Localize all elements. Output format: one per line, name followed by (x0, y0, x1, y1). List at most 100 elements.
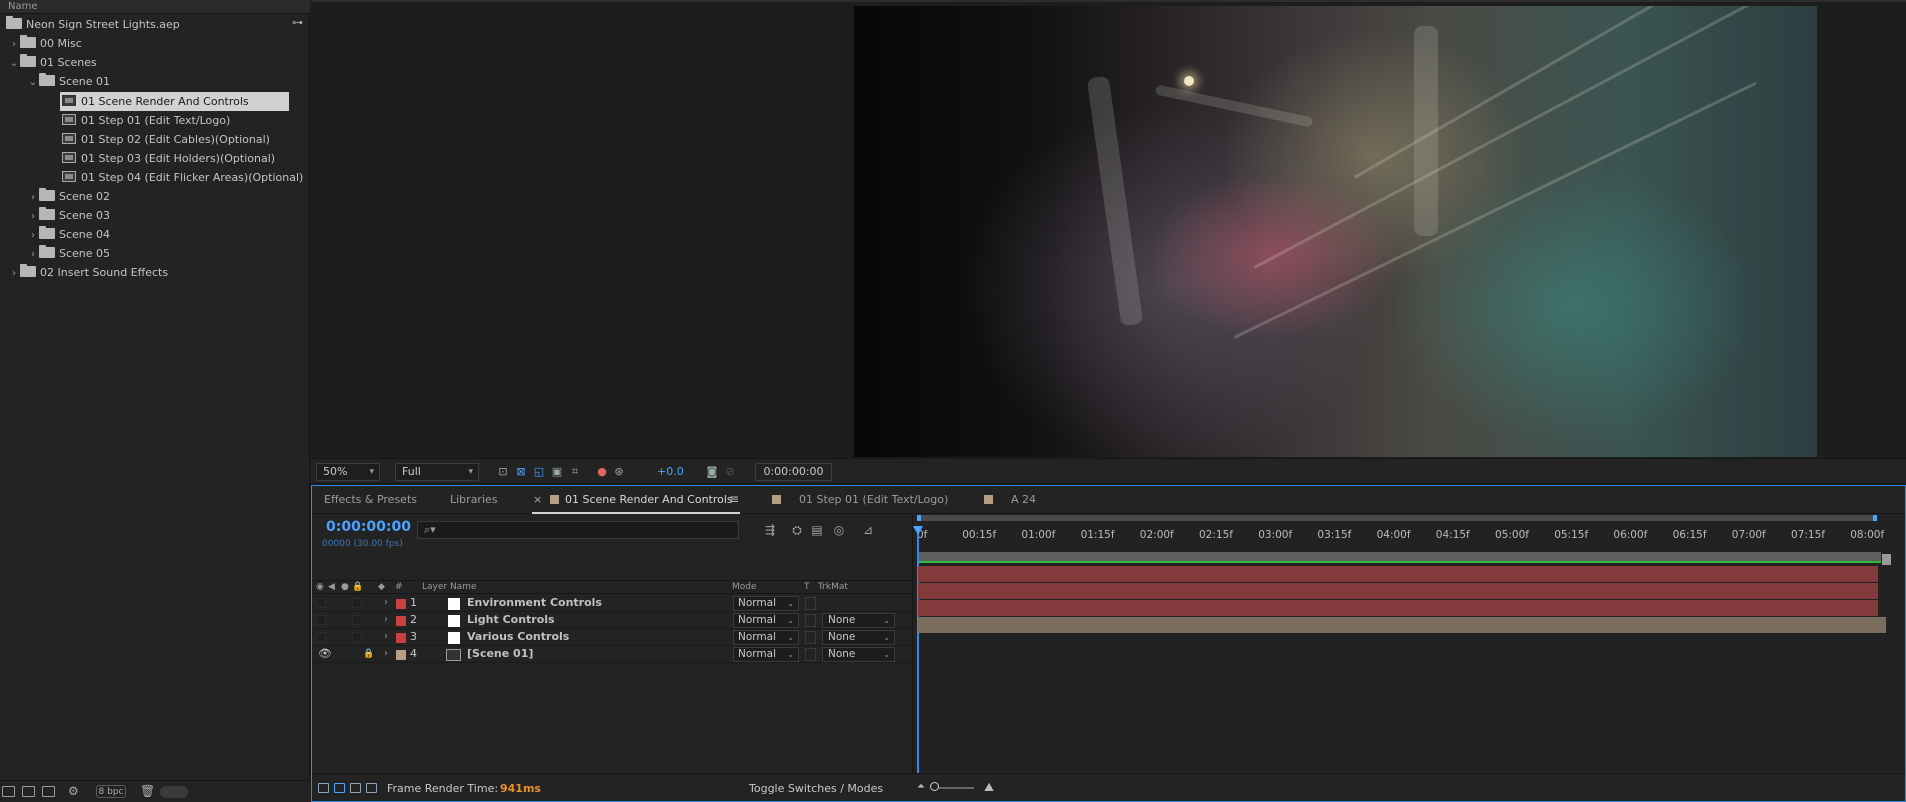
resolution-select[interactable]: Full ▾ (395, 463, 479, 481)
layer-row[interactable]: › 3 Various Controls Normal ⌄ None ⌄ (312, 629, 912, 646)
chevron-down-icon[interactable]: ⌄ (8, 54, 20, 73)
tree-item-01-scenes[interactable]: ⌄ 01 Scenes (8, 53, 97, 72)
video-switch[interactable] (316, 615, 326, 625)
tree-item-step-03[interactable]: 01 Step 03 (Edit Holders)(Optional) (62, 149, 275, 168)
grid-guides-icon[interactable]: ⌗ (567, 464, 583, 479)
zoom-slider[interactable] (934, 787, 974, 789)
transfer-controls-icon[interactable] (334, 783, 345, 793)
flowchart-icon[interactable]: ⊶ (292, 16, 304, 29)
work-area-bar[interactable] (917, 515, 1877, 521)
lock-switch[interactable] (352, 598, 362, 608)
draft-3d-icon[interactable]: ⛭ (789, 523, 805, 537)
zoom-slider-handle[interactable] (930, 782, 939, 791)
label-color[interactable] (396, 650, 406, 660)
tree-item-scene-render-and-controls[interactable]: 01 Scene Render And Controls (60, 92, 289, 111)
tree-item-00-misc[interactable]: › 00 Misc (8, 34, 82, 53)
layer-name[interactable]: [Scene 01] (467, 646, 533, 662)
color-channels-icon[interactable]: ● (594, 464, 610, 479)
label-color[interactable] (396, 633, 406, 643)
current-time-display[interactable]: 0:00:00:00 (326, 519, 411, 535)
layer-duration-bar[interactable] (918, 600, 1878, 616)
trkmat-column[interactable]: TrkMat (818, 581, 848, 594)
chevron-right-icon[interactable]: › (27, 188, 39, 207)
exposure-value[interactable]: +0.0 (657, 464, 684, 479)
tab-step-01[interactable]: 01 Step 01 (Edit Text/Logo) (772, 486, 948, 514)
composition-render-image[interactable] (854, 6, 1817, 457)
video-switch-icon[interactable]: ◉ (316, 581, 324, 594)
preserve-transparency-switch[interactable] (805, 631, 816, 644)
lock-switch[interactable] (352, 632, 362, 642)
layer-duration-bar[interactable] (918, 566, 1878, 582)
video-switch[interactable] (316, 598, 326, 608)
eye-icon[interactable]: 👁 (318, 646, 332, 662)
chevron-right-icon[interactable]: › (384, 646, 388, 662)
project-file-item[interactable]: Neon Sign Street Lights.aep (6, 15, 180, 34)
new-folder-icon[interactable] (22, 786, 35, 797)
layer-name[interactable]: Various Controls (467, 629, 569, 645)
chevron-right-icon[interactable]: › (384, 629, 388, 645)
transparency-grid-icon[interactable]: ⊠ (513, 464, 529, 479)
solo-icon[interactable]: ● (341, 581, 349, 594)
blend-mode-select[interactable]: Normal ⌄ (733, 630, 799, 645)
zoom-select[interactable]: 50% ▾ (316, 463, 380, 481)
project-settings-icon[interactable]: ⚙ (68, 784, 79, 798)
composition-flowchart-icon[interactable]: ⇶ (762, 523, 778, 537)
layer-row[interactable]: 👁 🔒 › 4 [Scene 01] Normal ⌄ None ⌄ (312, 646, 912, 663)
fast-preview-icon[interactable]: ⊡ (495, 464, 511, 479)
time-ruler[interactable]: 0f 00:15f 01:00f 01:15f 02:00f 02:15f 03:00f 03… (913, 529, 1906, 550)
tree-item-step-01[interactable]: 01 Step 01 (Edit Text/Logo) (62, 111, 230, 130)
tab-scene-render-and-controls[interactable]: 01 Scene Render And Controls (550, 486, 733, 514)
tab-libraries[interactable]: Libraries (450, 486, 498, 514)
snapshot-camera-icon[interactable]: ◙ (704, 464, 720, 479)
interpret-footage-icon[interactable] (2, 786, 15, 797)
name-column-header[interactable]: Name (0, 0, 310, 14)
layer-name[interactable]: Environment Controls (467, 595, 602, 611)
preserve-transparency-switch[interactable] (805, 648, 816, 661)
tree-item-step-04[interactable]: 01 Step 04 (Edit Flicker Areas)(Optional… (62, 168, 303, 187)
trash-icon[interactable]: 🗑 (140, 784, 155, 798)
tree-item-scene-04[interactable]: › Scene 04 (27, 225, 110, 244)
audio-switch-icon[interactable]: ◀ (328, 581, 335, 594)
mask-visibility-icon[interactable]: ◱ (531, 464, 547, 479)
lock-icon[interactable]: 🔒 (363, 646, 374, 662)
chevron-right-icon[interactable]: › (8, 35, 20, 54)
layer-row[interactable]: › 1 Environment Controls Normal ⌄ (312, 595, 912, 612)
chevron-right-icon[interactable]: › (384, 595, 388, 611)
tab-effects-presets[interactable]: Effects & Presets (324, 486, 417, 514)
lock-switch[interactable] (352, 615, 362, 625)
render-time-icon[interactable] (366, 783, 377, 793)
playhead-icon[interactable] (913, 526, 923, 535)
t-column[interactable]: T (804, 581, 810, 594)
graph-editor-icon[interactable]: ⊿ (860, 523, 876, 537)
video-switch[interactable] (316, 632, 326, 642)
chevron-right-icon[interactable]: › (27, 226, 39, 245)
tree-item-02-insert-sound-effects[interactable]: › 02 Insert Sound Effects (8, 263, 168, 282)
chevron-down-icon[interactable]: ⌄ (27, 73, 39, 92)
zoom-in-icon[interactable]: ⛰ (984, 780, 994, 795)
toggle-switch[interactable] (160, 786, 188, 798)
toggle-switches-modes-button[interactable]: Toggle Switches / Modes (749, 782, 883, 795)
panel-menu-icon[interactable]: ≡ (729, 486, 739, 513)
label-tag-icon[interactable]: ◆ (378, 581, 385, 594)
track-matte-select[interactable]: None ⌄ (822, 630, 895, 645)
layer-name[interactable]: Light Controls (467, 612, 555, 628)
label-color[interactable] (396, 599, 406, 609)
number-column[interactable]: # (395, 581, 403, 594)
track-matte-select[interactable]: None ⌄ (822, 613, 895, 628)
layer-switches-icon[interactable] (318, 783, 329, 793)
frame-blending-icon[interactable]: ◎ (831, 523, 847, 537)
preserve-transparency-switch[interactable] (805, 597, 816, 610)
chevron-right-icon[interactable]: › (8, 264, 20, 283)
label-color[interactable] (396, 616, 406, 626)
close-tab-icon[interactable]: × (533, 486, 542, 514)
in-out-icon[interactable] (350, 783, 361, 793)
tab-a-24[interactable]: A 24 (984, 486, 1036, 514)
mode-column[interactable]: Mode (732, 581, 757, 594)
blend-mode-select[interactable]: Normal ⌄ (733, 647, 799, 662)
layer-row[interactable]: › 2 Light Controls Normal ⌄ None ⌄ (312, 612, 912, 629)
layer-search-input[interactable]: ⌕▾ (417, 521, 739, 539)
chevron-right-icon[interactable]: › (27, 245, 39, 264)
track-matte-select[interactable]: None ⌄ (822, 647, 895, 662)
tree-item-step-02[interactable]: 01 Step 02 (Edit Cables)(Optional) (62, 130, 270, 149)
shy-layers-icon[interactable]: ▤ (809, 523, 825, 537)
